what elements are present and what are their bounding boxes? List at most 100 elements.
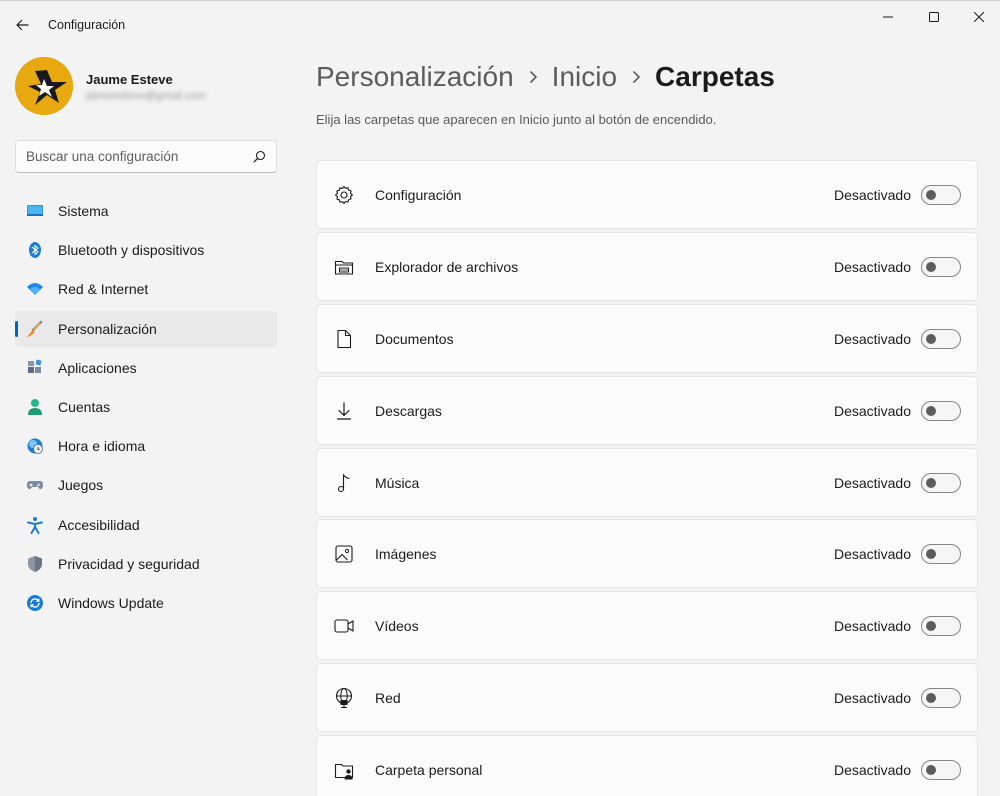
folder-label: Imágenes	[375, 546, 437, 563]
user-email: jaimeesteve@gmail.com	[86, 90, 206, 102]
sidebar-item-label: Cuentas	[58, 398, 111, 415]
sidebar-item-label: Sistema	[58, 203, 109, 219]
close-icon	[974, 12, 984, 22]
toggle-switch[interactable]	[921, 616, 961, 637]
folder-row-documentos: Documentos Desactivado	[316, 303, 978, 373]
personal-folder-icon	[333, 759, 355, 781]
search-icon[interactable]	[251, 149, 267, 165]
accessibility-icon	[26, 516, 44, 534]
sidebar-item-sistema[interactable]: Sistema	[15, 193, 277, 229]
image-icon	[333, 543, 355, 565]
sidebar-item-label: Red & Internet	[58, 281, 149, 298]
gamepad-icon	[26, 476, 44, 494]
sidebar-item-personalizacion[interactable]: Personalización	[15, 310, 277, 347]
sidebar-item-cuentas[interactable]: Cuentas	[15, 389, 277, 425]
folder-row-musica: Música Desactivado	[316, 447, 978, 517]
arrow-left-icon	[15, 18, 29, 32]
bluetooth-icon	[26, 241, 44, 259]
video-icon	[333, 615, 355, 637]
sidebar-item-label: Bluetooth y dispositivos	[58, 242, 205, 259]
user-name: Jaume Esteve	[86, 72, 173, 87]
sidebar-item-hora-idioma[interactable]: Hora e idioma	[15, 428, 277, 464]
folder-label: Carpeta personal	[375, 762, 483, 779]
folder-label: Música	[375, 474, 420, 491]
sidebar-item-label: Juegos	[58, 477, 104, 494]
search-input[interactable]	[26, 141, 246, 172]
shield-icon	[26, 555, 44, 573]
toggle-switch[interactable]	[921, 544, 961, 565]
folder-label: Explorador de archivos	[375, 258, 519, 275]
folder-label: Descargas	[375, 402, 442, 419]
toggle-switch[interactable]	[921, 328, 961, 349]
page-title: Carpetas	[655, 61, 775, 92]
sidebar-item-label: Hora e idioma	[58, 438, 146, 455]
sidebar-item-aplicaciones[interactable]: Aplicaciones	[15, 350, 277, 386]
toggle-state-text: Desactivado	[833, 762, 911, 779]
toggle-knob	[926, 693, 936, 704]
minimize-button[interactable]	[865, 1, 911, 33]
apps-icon	[26, 359, 44, 377]
toggle-state-text: Desactivado	[833, 474, 911, 491]
page-description: Elija las carpetas que aparecen en Inici…	[316, 112, 717, 127]
avatar[interactable]	[15, 57, 73, 115]
toggle-knob	[926, 477, 936, 488]
chevron-right-icon	[631, 70, 641, 84]
toggle-switch[interactable]	[921, 400, 961, 421]
toggle-knob	[926, 405, 936, 416]
sidebar-item-label: Windows Update	[58, 594, 164, 611]
toggle-state-text: Desactivado	[833, 402, 911, 419]
sidebar-item-label: Privacidad y seguridad	[58, 555, 200, 572]
sidebar-item-accesibilidad[interactable]: Accesibilidad	[15, 507, 277, 543]
sidebar-item-windows-update[interactable]: Windows Update	[15, 585, 277, 621]
folder-row-red: Red Desactivado	[316, 663, 978, 733]
folder-label: Documentos	[375, 330, 454, 347]
sidebar-item-label: Aplicaciones	[58, 359, 137, 376]
folder-row-videos: Vídeos Desactivado	[316, 591, 978, 661]
title-bar: Configuración	[0, 1, 1000, 49]
sidebar-item-privacidad[interactable]: Privacidad y seguridad	[15, 546, 277, 582]
maximize-icon	[929, 12, 939, 22]
toggle-knob	[926, 549, 936, 560]
toggle-switch[interactable]	[921, 472, 961, 493]
breadcrumb-inicio[interactable]: Inicio	[552, 61, 617, 93]
back-button[interactable]	[10, 13, 34, 37]
toggle-switch[interactable]	[921, 688, 961, 709]
wifi-icon	[26, 280, 44, 298]
folder-label: Red	[375, 690, 401, 707]
maximize-button[interactable]	[911, 1, 957, 33]
sidebar-nav: Sistema Bluetooth y dispositivos Red & I…	[15, 193, 277, 624]
sidebar-item-juegos[interactable]: Juegos	[15, 467, 277, 503]
toggle-switch[interactable]	[921, 185, 961, 205]
toggle-switch[interactable]	[921, 760, 961, 781]
network-icon	[333, 687, 355, 709]
sidebar-item-bluetooth[interactable]: Bluetooth y dispositivos	[15, 232, 277, 268]
file-explorer-icon	[333, 256, 355, 278]
folder-row-explorador: Explorador de archivos Desactivado	[316, 231, 978, 301]
breadcrumb-personalizacion[interactable]: Personalización	[316, 61, 514, 93]
music-icon	[333, 472, 355, 494]
toggle-state-text: Desactivado	[833, 330, 911, 347]
toggle-knob	[926, 261, 936, 272]
folder-label: Configuración	[375, 187, 462, 203]
breadcrumb: Personalización Inicio Carpetas	[316, 57, 775, 97]
monitor-icon	[26, 202, 44, 220]
close-button[interactable]	[956, 1, 1000, 33]
toggle-switch[interactable]	[921, 256, 961, 277]
folder-list: Configuración Desactivado Explorador de …	[316, 160, 978, 796]
toggle-state-text: Desactivado	[833, 187, 911, 203]
sidebar-item-label: Personalización	[58, 320, 157, 337]
folder-row-carpeta-personal: Carpeta personal Desactivado	[316, 735, 978, 796]
brush-icon	[26, 320, 44, 338]
toggle-state-text: Desactivado	[833, 690, 911, 707]
chevron-right-icon	[528, 70, 538, 84]
folder-row-descargas: Descargas Desactivado	[316, 375, 978, 445]
toggle-knob	[926, 333, 936, 344]
update-icon	[26, 594, 44, 612]
folder-label: Vídeos	[375, 618, 419, 635]
toggle-state-text: Desactivado	[833, 258, 911, 275]
toggle-knob	[926, 190, 936, 200]
sidebar-item-red[interactable]: Red & Internet	[15, 271, 277, 307]
folder-row-imagenes: Imágenes Desactivado	[316, 519, 978, 589]
search-box[interactable]	[15, 140, 277, 173]
download-icon	[333, 400, 355, 422]
